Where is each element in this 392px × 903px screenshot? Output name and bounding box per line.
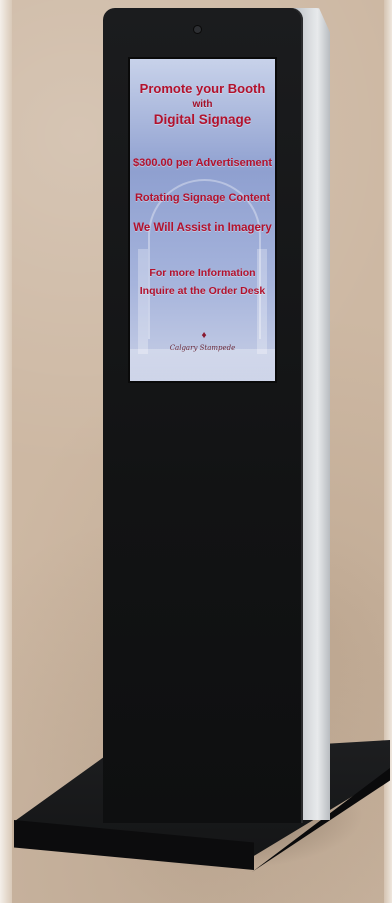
camera-icon	[194, 26, 201, 33]
photo-border-left	[0, 0, 12, 903]
screen-background-pillar-left	[138, 249, 148, 354]
screen-headline-3: Digital Signage	[153, 112, 252, 127]
screen-headline-1: Promote your Booth	[139, 81, 266, 96]
kiosk-screen: Promote your Booth with Digital Signage …	[128, 57, 277, 383]
screen-feature-2: We Will Assist in Imagery	[133, 222, 272, 234]
screen-price-line: $300.00 per Advertisement	[133, 157, 272, 169]
screen-logo-text: Calgary Stampede	[169, 344, 236, 352]
stampede-logo-icon: ♦	[201, 330, 207, 341]
screen-headline-2: with	[192, 99, 213, 110]
screen-background-pillar-right	[257, 249, 267, 354]
screen-background-floor	[130, 349, 275, 381]
screen-info-1: For more Information	[149, 267, 256, 279]
screen-info-2: Inquire at the Order Desk	[139, 285, 266, 297]
screen-feature-1: Rotating Signage Content	[134, 192, 271, 204]
